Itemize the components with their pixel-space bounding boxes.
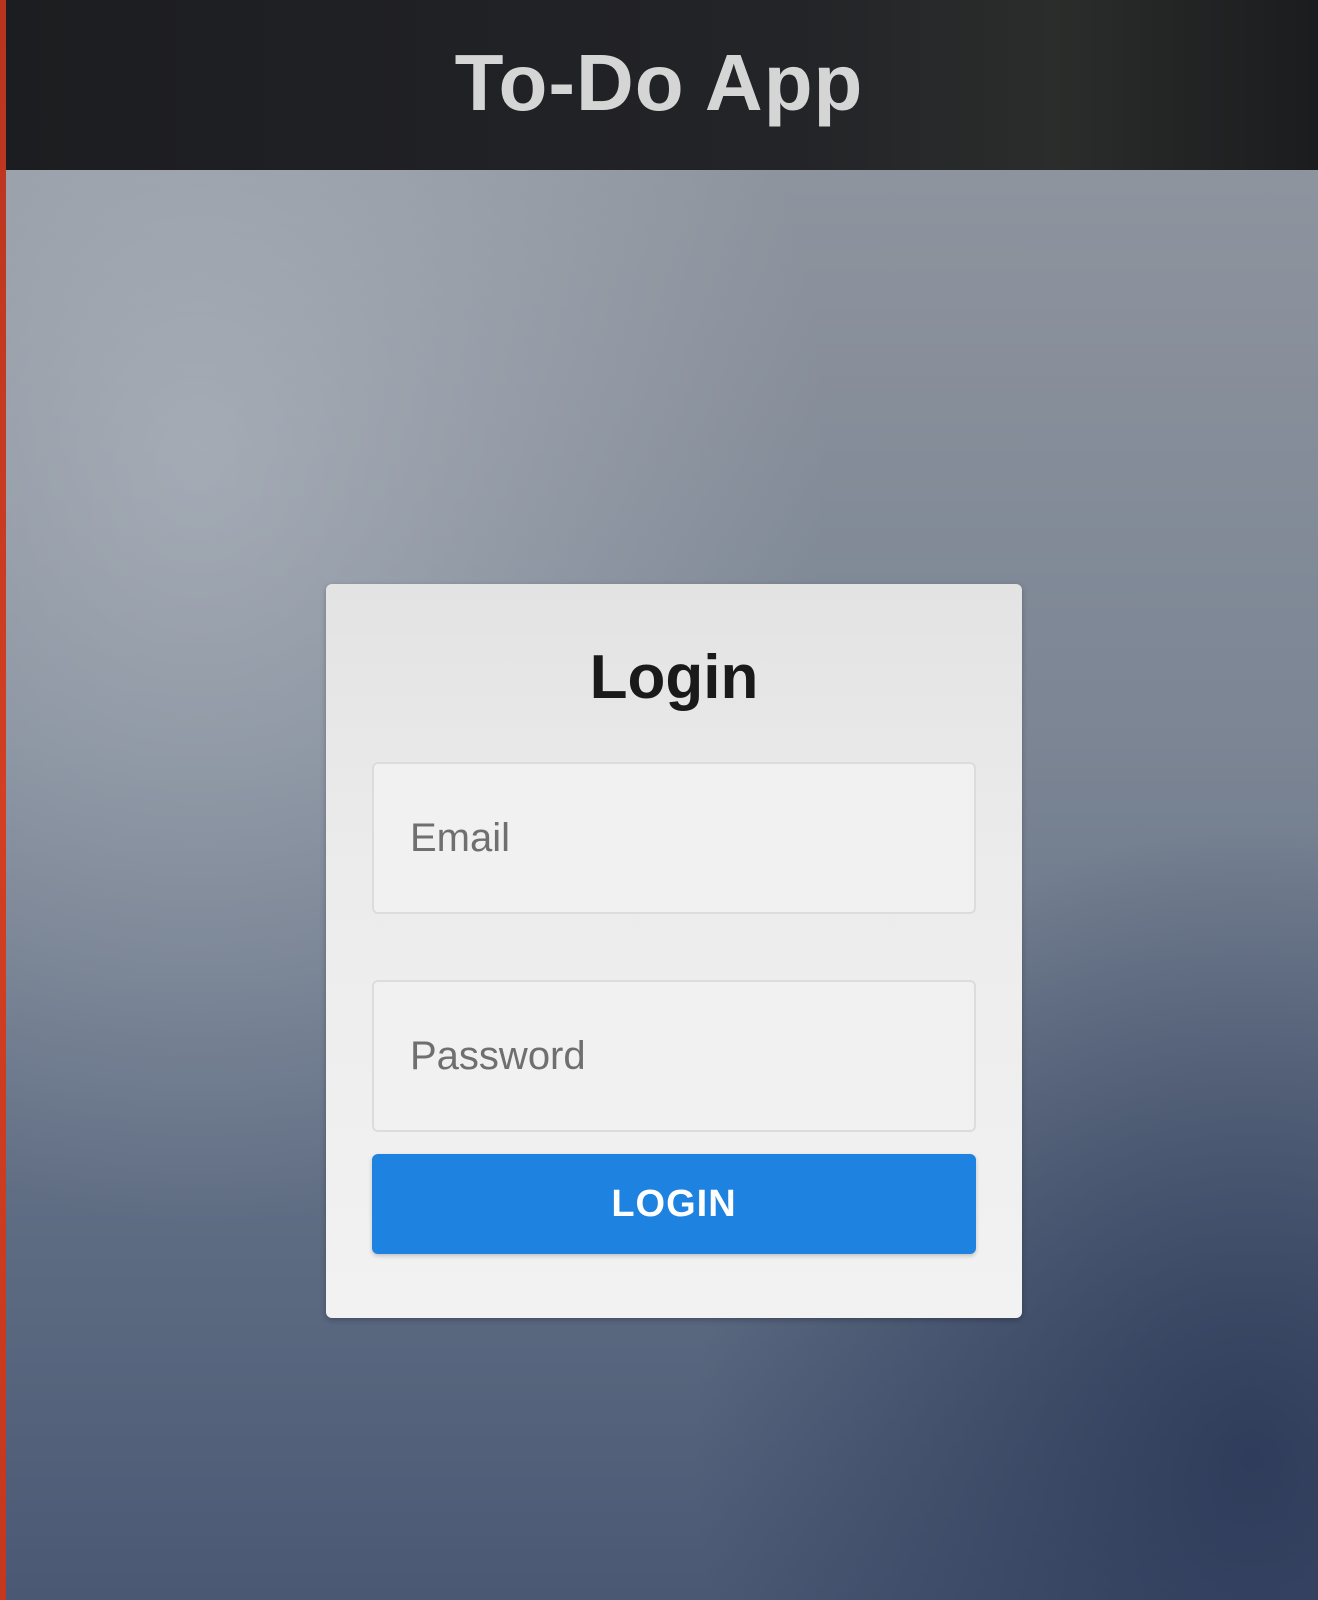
password-field[interactable] xyxy=(372,980,976,1132)
email-field[interactable] xyxy=(372,762,976,914)
window-edge xyxy=(0,0,6,1600)
login-card: Login LOGIN xyxy=(326,584,1022,1318)
app-header: To-Do App xyxy=(0,0,1318,176)
app-title: To-Do App xyxy=(454,38,864,127)
login-button[interactable]: LOGIN xyxy=(372,1154,976,1254)
app-window: To-Do App Login LOGIN xyxy=(0,0,1318,1600)
login-heading: Login xyxy=(589,643,759,712)
